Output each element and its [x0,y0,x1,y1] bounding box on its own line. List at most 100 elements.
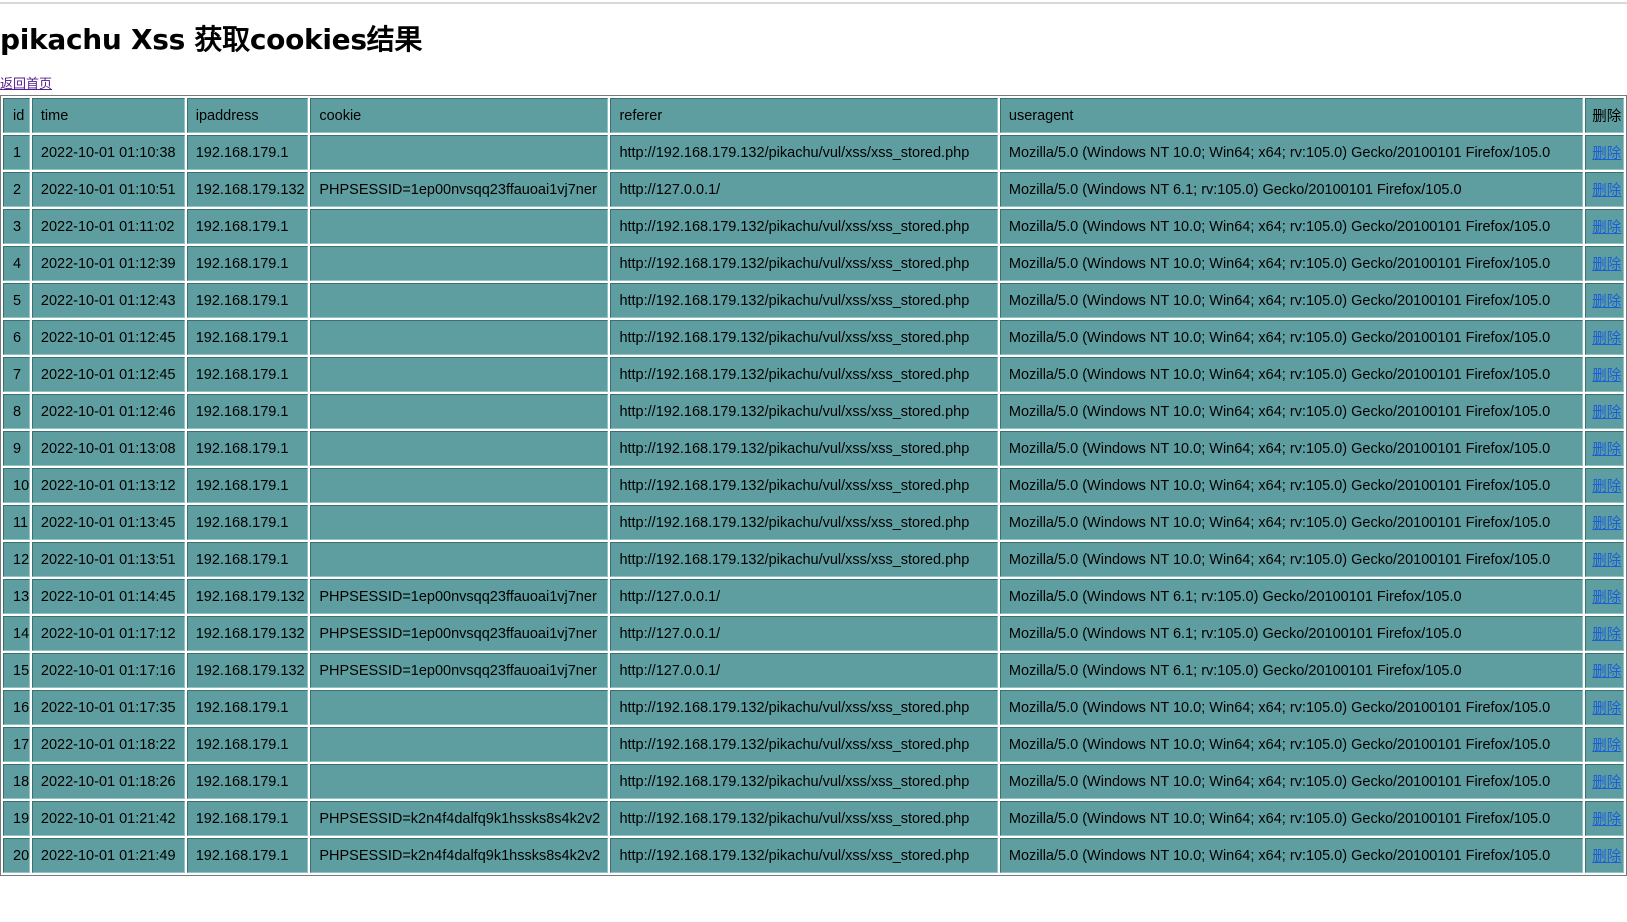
cell-time: 2022-10-01 01:12:45 [31,357,185,392]
cell-referer: http://192.168.179.132/pikachu/vul/xss/x… [610,801,998,836]
cell-id: 11 [3,505,30,540]
cell-id: 5 [3,283,30,318]
header-cookie: cookie [310,98,609,133]
cell-delete: 删除 [1585,579,1624,614]
cell-ipaddress: 192.168.179.132 [186,653,309,688]
table-row: 18 2022-10-01 01:18:26 192.168.179.1 http:/… [3,764,1624,799]
cell-id: 13 [3,579,30,614]
header-time: time [31,98,185,133]
cell-referer: http://192.168.179.132/pikachu/vul/xss/x… [610,838,998,873]
cell-ipaddress: 192.168.179.1 [186,764,309,799]
delete-link[interactable]: 删除 [1592,775,1621,791]
cell-cookie: PHPSESSID=k2n4f4dalfq9k1hssks8s4k2v2 [310,801,609,836]
delete-link[interactable]: 删除 [1592,294,1621,310]
delete-link[interactable]: 删除 [1592,849,1621,865]
cell-useragent: Mozilla/5.0 (Windows NT 10.0; Win64; x64… [999,801,1584,836]
cell-useragent: Mozilla/5.0 (Windows NT 10.0; Win64; x64… [999,838,1584,873]
cell-useragent: Mozilla/5.0 (Windows NT 10.0; Win64; x64… [999,283,1584,318]
cell-time: 2022-10-01 01:13:12 [31,468,185,503]
cell-delete: 删除 [1585,764,1624,799]
table-header-row: id time ipaddress cookie referer userage… [3,98,1624,133]
cell-useragent: Mozilla/5.0 (Windows NT 10.0; Win64; x64… [999,394,1584,429]
cell-ipaddress: 192.168.179.132 [186,172,309,207]
delete-link[interactable]: 删除 [1592,257,1621,273]
cell-id: 8 [3,394,30,429]
cell-time: 2022-10-01 01:14:45 [31,579,185,614]
table-row: 9 2022-10-01 01:13:08 192.168.179.1 http://… [3,431,1624,466]
cell-time: 2022-10-01 01:13:45 [31,505,185,540]
delete-link[interactable]: 删除 [1592,664,1621,680]
cell-time: 2022-10-01 01:12:39 [31,246,185,281]
delete-link[interactable]: 删除 [1592,331,1621,347]
cell-cookie: PHPSESSID=1ep00nvsqq23ffauoai1vj7ner [310,579,609,614]
cell-time: 2022-10-01 01:17:16 [31,653,185,688]
cell-time: 2022-10-01 01:10:51 [31,172,185,207]
delete-link[interactable]: 删除 [1592,738,1621,754]
cell-ipaddress: 192.168.179.132 [186,616,309,651]
cell-time: 2022-10-01 01:10:38 [31,135,185,170]
cookie-results-table: id time ipaddress cookie referer userage… [0,95,1627,876]
header-referer: referer [610,98,998,133]
back-home-link[interactable]: 返回首页 [0,77,52,93]
cell-useragent: Mozilla/5.0 (Windows NT 10.0; Win64; x64… [999,542,1584,577]
cell-delete: 删除 [1585,246,1624,281]
cell-useragent: Mozilla/5.0 (Windows NT 10.0; Win64; x64… [999,209,1584,244]
table-row: 15 2022-10-01 01:17:16 192.168.179.132 PHPS… [3,653,1624,688]
delete-link[interactable]: 删除 [1592,368,1621,384]
cell-delete: 删除 [1585,283,1624,318]
delete-link[interactable]: 删除 [1592,405,1621,421]
delete-link[interactable]: 删除 [1592,516,1621,532]
table-row: 12 2022-10-01 01:13:51 192.168.179.1 http:/… [3,542,1624,577]
cell-id: 3 [3,209,30,244]
header-useragent: useragent [999,98,1584,133]
delete-link[interactable]: 删除 [1592,812,1621,828]
cell-ipaddress: 192.168.179.1 [186,505,309,540]
delete-link[interactable]: 删除 [1592,442,1621,458]
cell-time: 2022-10-01 01:12:43 [31,283,185,318]
delete-link[interactable]: 删除 [1592,183,1621,199]
cell-cookie [310,727,609,762]
cell-ipaddress: 192.168.179.132 [186,579,309,614]
cell-delete: 删除 [1585,505,1624,540]
cell-referer: http://127.0.0.1/ [610,616,998,651]
cell-referer: http://192.168.179.132/pikachu/vul/xss/x… [610,431,998,466]
cell-referer: http://192.168.179.132/pikachu/vul/xss/x… [610,209,998,244]
cell-useragent: Mozilla/5.0 (Windows NT 6.1; rv:105.0) G… [999,616,1584,651]
header-delete: 删除 [1585,98,1624,133]
cell-cookie [310,135,609,170]
delete-link[interactable]: 删除 [1592,590,1621,606]
cell-ipaddress: 192.168.179.1 [186,727,309,762]
cell-delete: 删除 [1585,690,1624,725]
delete-link[interactable]: 删除 [1592,220,1621,236]
cell-id: 6 [3,320,30,355]
cell-referer: http://127.0.0.1/ [610,579,998,614]
cell-referer: http://192.168.179.132/pikachu/vul/xss/x… [610,690,998,725]
cell-delete: 删除 [1585,209,1624,244]
table-row: 13 2022-10-01 01:14:45 192.168.179.132 PHPS… [3,579,1624,614]
cell-ipaddress: 192.168.179.1 [186,468,309,503]
cell-delete: 删除 [1585,320,1624,355]
cell-id: 2 [3,172,30,207]
delete-link[interactable]: 删除 [1592,627,1621,643]
delete-link[interactable]: 删除 [1592,553,1621,569]
cell-referer: http://192.168.179.132/pikachu/vul/xss/x… [610,320,998,355]
delete-link[interactable]: 删除 [1592,701,1621,717]
cell-useragent: Mozilla/5.0 (Windows NT 6.1; rv:105.0) G… [999,172,1584,207]
delete-link[interactable]: 删除 [1592,146,1621,162]
cell-cookie: PHPSESSID=1ep00nvsqq23ffauoai1vj7ner [310,653,609,688]
cell-ipaddress: 192.168.179.1 [186,690,309,725]
cell-delete: 删除 [1585,542,1624,577]
cell-ipaddress: 192.168.179.1 [186,283,309,318]
cell-delete: 删除 [1585,394,1624,429]
table-row: 1 2022-10-01 01:10:38 192.168.179.1 http://… [3,135,1624,170]
cell-cookie [310,431,609,466]
cell-useragent: Mozilla/5.0 (Windows NT 10.0; Win64; x64… [999,431,1584,466]
cell-ipaddress: 192.168.179.1 [186,357,309,392]
delete-link[interactable]: 删除 [1592,479,1621,495]
cell-cookie: PHPSESSID=k2n4f4dalfq9k1hssks8s4k2v2 [310,838,609,873]
cell-delete: 删除 [1585,801,1624,836]
cell-cookie [310,690,609,725]
cell-useragent: Mozilla/5.0 (Windows NT 10.0; Win64; x64… [999,505,1584,540]
cell-id: 19 [3,801,30,836]
cell-id: 7 [3,357,30,392]
